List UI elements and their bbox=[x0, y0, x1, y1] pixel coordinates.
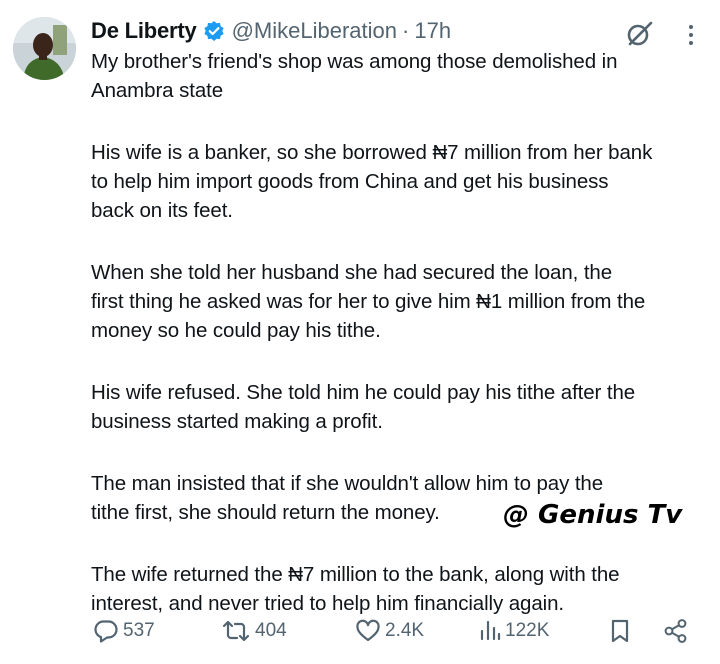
heart-icon bbox=[354, 617, 382, 645]
timestamp[interactable]: 17h bbox=[414, 18, 451, 44]
like-button[interactable]: 2.4K bbox=[354, 614, 424, 648]
reply-button[interactable]: 537 bbox=[92, 614, 155, 648]
grok-icon[interactable] bbox=[624, 18, 656, 50]
views-icon bbox=[478, 617, 502, 645]
verified-badge-icon bbox=[203, 20, 225, 42]
view-count: 122K bbox=[505, 620, 550, 641]
separator-dot: · bbox=[402, 18, 410, 43]
reply-icon bbox=[92, 617, 120, 645]
author-name[interactable]: De Liberty bbox=[91, 18, 197, 44]
tweet-card: De Liberty @MikeLiberation · 17h My brot… bbox=[0, 0, 720, 664]
tweet-paragraph: When she told her husband she had secure… bbox=[91, 261, 646, 342]
author-handle[interactable]: @MikeLiberation bbox=[232, 18, 397, 44]
repost-button[interactable]: 404 bbox=[220, 614, 287, 648]
bookmark-button[interactable] bbox=[608, 614, 632, 648]
reply-count: 537 bbox=[123, 620, 155, 641]
repost-icon bbox=[220, 617, 252, 645]
like-count: 2.4K bbox=[385, 620, 425, 641]
share-button[interactable] bbox=[662, 614, 690, 648]
tweet-paragraph: His wife refused. She told him he could … bbox=[91, 381, 636, 433]
tweet-paragraph: The wife returned the ₦7 million to the … bbox=[91, 563, 620, 615]
views-button[interactable]: 122K bbox=[478, 614, 549, 648]
repost-count: 404 bbox=[255, 620, 287, 641]
bookmark-icon bbox=[608, 617, 632, 645]
tweet-paragraph: My brother's friend's shop was among tho… bbox=[91, 50, 618, 102]
avatar[interactable] bbox=[13, 17, 76, 80]
share-icon bbox=[662, 617, 690, 645]
watermark: @ Genius Tv bbox=[503, 500, 683, 530]
action-bar: 537 404 2.4K 122K bbox=[88, 614, 708, 648]
tweet-text: My brother's friend's shop was among tho… bbox=[91, 47, 711, 651]
tweet-header: De Liberty @MikeLiberation · 17h bbox=[91, 14, 451, 48]
tweet-paragraph: His wife is a banker, so she borrowed ₦7… bbox=[91, 141, 653, 222]
more-icon[interactable] bbox=[683, 22, 699, 48]
